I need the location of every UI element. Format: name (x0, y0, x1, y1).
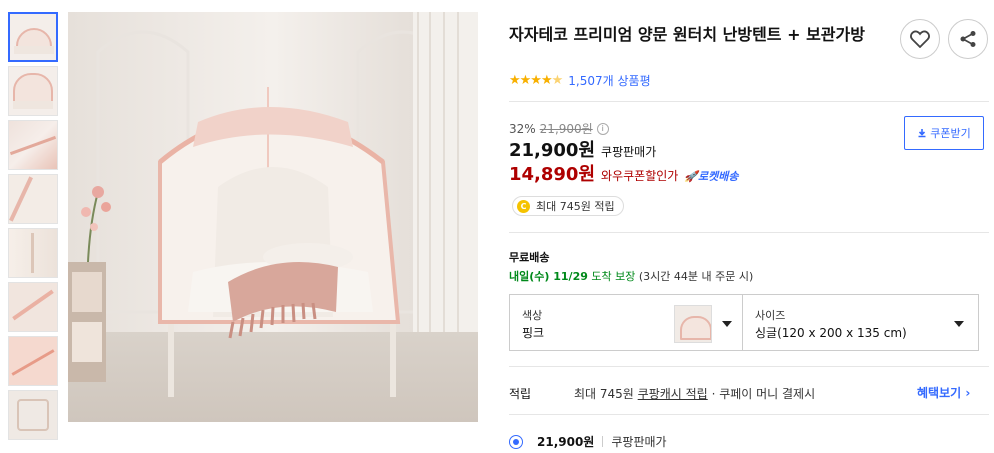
delivery-date: 내일(수) 11/29 (509, 270, 588, 283)
discount-rate: 32% (509, 121, 536, 136)
thumbnail[interactable] (8, 66, 58, 116)
rocket-delivery-badge: 🚀로켓배송 (684, 170, 739, 183)
rewards-suffix: · 쿠페이 머니 결제시 (711, 387, 816, 401)
color-option-label: 색상 (522, 309, 543, 322)
wow-price: 14,890원 (509, 164, 596, 185)
download-icon (918, 129, 926, 138)
rewards-row: 적립 최대 745원 쿠팡캐시 적립 · 쿠페이 머니 결제시 혜택보기 › (509, 383, 989, 403)
coupon-download-button[interactable]: 쿠폰받기 (904, 116, 984, 150)
thumbnail[interactable] (8, 390, 58, 440)
chevron-down-icon (722, 321, 732, 327)
seller-price: 21,900원 (537, 435, 595, 449)
share-icon (960, 31, 976, 47)
thumbnail[interactable] (8, 228, 58, 278)
color-swatch-image (674, 305, 712, 343)
main-product-image[interactable] (68, 12, 478, 422)
sale-price: 21,900원 (509, 140, 596, 161)
divider (509, 414, 989, 415)
divider (509, 232, 989, 233)
option-selector: 색상 핑크 사이즈 싱글(120 x 200 x 135 cm) (509, 294, 979, 351)
delivery-estimate: 내일(수) 11/29 도착 보장 (3시간 44분 내 주문 시) (509, 268, 753, 284)
thumbnail[interactable] (8, 120, 58, 170)
wishlist-button[interactable] (900, 19, 940, 59)
rewards-title: 적립 (509, 387, 532, 401)
chevron-down-icon (954, 321, 964, 327)
thumbnail[interactable] (8, 336, 58, 386)
point-badge: C 최대 745원 적립 (512, 196, 624, 216)
rating[interactable]: ★★★★★ 1,507개 상품평 (509, 72, 651, 89)
thumbnail-list (8, 12, 58, 444)
sale-price-label: 쿠팡판매가 (601, 145, 657, 159)
thumbnail[interactable] (8, 12, 58, 62)
review-count-link[interactable]: 1,507개 상품평 (568, 72, 650, 89)
point-text: 최대 745원 적립 (536, 200, 615, 213)
size-option-label: 사이즈 (755, 309, 786, 322)
benefits-more-label: 혜택보기 (917, 386, 962, 400)
rocket-delivery-label: 로켓배송 (698, 170, 739, 183)
wow-price-row: 14,890원 와우쿠폰할인가 🚀로켓배송 (509, 160, 739, 186)
heart-icon (910, 30, 930, 48)
coupang-cash-link[interactable]: 쿠팡캐시 적립 (638, 387, 708, 401)
coin-icon: C (517, 199, 530, 213)
chevron-right-icon: › (965, 386, 971, 400)
color-option-dropdown[interactable]: 색상 핑크 (510, 295, 743, 350)
divider (602, 436, 604, 447)
star-rating-icon: ★★★★★ (509, 73, 563, 88)
share-button[interactable] (948, 19, 988, 59)
divider (509, 366, 989, 367)
discount-row: 32% 21,900원 i (509, 120, 609, 137)
coupon-download-label: 쿠폰받기 (930, 127, 971, 140)
shipping-title: 무료배송 (509, 251, 550, 264)
rewards-prefix: 최대 745원 (574, 387, 634, 401)
delivery-arrival: 도착 보장 (591, 270, 636, 283)
divider (509, 101, 989, 102)
color-option-value: 핑크 (522, 326, 545, 340)
product-title: 자자테코 프리미엄 양문 원터치 난방텐트 + 보관가방 (509, 25, 865, 44)
info-icon[interactable]: i (596, 122, 609, 135)
thumbnail[interactable] (8, 282, 58, 332)
wow-price-label: 와우쿠폰할인가 (601, 169, 679, 183)
tent-illustration (68, 12, 478, 422)
size-option-dropdown[interactable]: 사이즈 싱글(120 x 200 x 135 cm) (743, 295, 978, 350)
seller-option[interactable]: 21,900원 쿠팡판매가 (509, 433, 667, 450)
sale-price-row: 21,900원 쿠팡판매가 (509, 136, 656, 162)
seller-radio-button[interactable] (509, 434, 523, 449)
delivery-condition: (3시간 44분 내 주문 시) (638, 270, 754, 283)
benefits-more-link[interactable]: 혜택보기 › (917, 384, 970, 401)
rewards-text: 최대 745원 쿠팡캐시 적립 · 쿠페이 머니 결제시 (574, 385, 815, 402)
original-price: 21,900원 (539, 122, 593, 136)
size-option-value: 싱글(120 x 200 x 135 cm) (755, 326, 907, 340)
thumbnail[interactable] (8, 174, 58, 224)
seller-name: 쿠팡판매가 (611, 435, 667, 449)
